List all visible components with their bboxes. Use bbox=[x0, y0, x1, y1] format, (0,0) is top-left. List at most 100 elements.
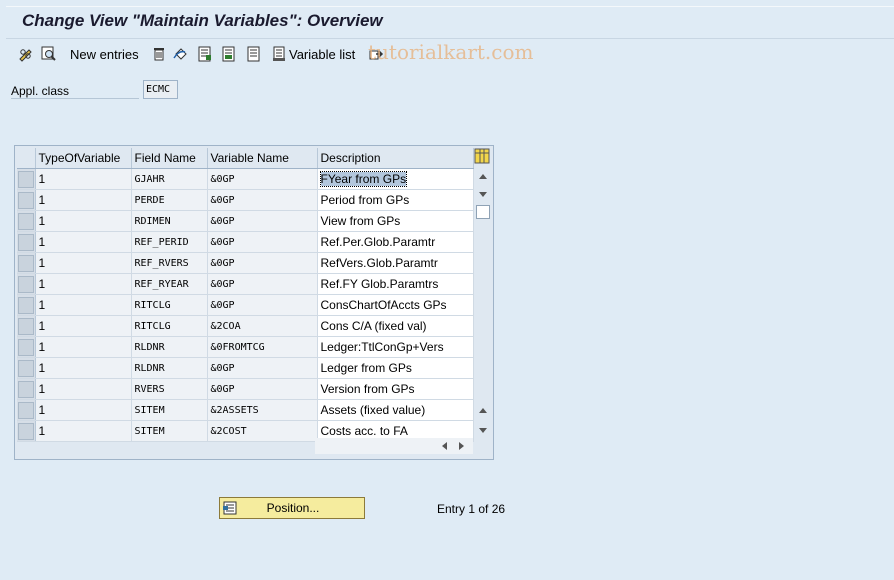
description-cell[interactable]: Version from GPs bbox=[317, 378, 474, 400]
field-name-cell[interactable]: RVERS bbox=[131, 378, 208, 400]
field-name-cell[interactable]: RLDNR bbox=[131, 357, 208, 379]
variable-name-cell[interactable]: &0GP bbox=[207, 378, 318, 400]
undo-change-button[interactable] bbox=[173, 45, 189, 63]
scroll-down-icon[interactable] bbox=[479, 192, 487, 197]
scroll-right-icon[interactable] bbox=[459, 442, 464, 450]
table-row[interactable]: 1 RDIMEN &0GP View from GPs bbox=[17, 210, 474, 232]
select-column-header[interactable] bbox=[17, 148, 36, 169]
row-selector[interactable] bbox=[17, 231, 36, 253]
row-selector-box[interactable] bbox=[17, 401, 34, 419]
type-of-variable-cell[interactable]: 1 bbox=[35, 168, 132, 190]
scroll-page-down-icon[interactable] bbox=[479, 428, 487, 433]
type-of-variable-cell[interactable]: 1 bbox=[35, 336, 132, 358]
row-selector-box[interactable] bbox=[17, 233, 34, 251]
table-row[interactable]: 1 RLDNR &0FROMTCG Ledger:TtlConGp+Vers bbox=[17, 336, 474, 358]
column-settings-button[interactable] bbox=[474, 148, 490, 164]
variable-name-cell[interactable]: &0GP bbox=[207, 231, 318, 253]
row-selector-box[interactable] bbox=[17, 254, 34, 272]
type-of-variable-cell[interactable]: 1 bbox=[35, 273, 132, 295]
description-cell[interactable]: FYear from GPs bbox=[317, 168, 474, 190]
table-row[interactable]: 1 SITEM &2ASSETS Assets (fixed value) bbox=[17, 399, 474, 421]
row-selector-box[interactable] bbox=[17, 338, 34, 356]
type-of-variable-cell[interactable]: 1 bbox=[35, 252, 132, 274]
row-selector-box[interactable] bbox=[17, 275, 34, 293]
field-name-cell[interactable]: PERDE bbox=[131, 189, 208, 211]
find-button[interactable] bbox=[41, 45, 57, 63]
description-cell[interactable]: View from GPs bbox=[317, 210, 474, 232]
type-of-variable-cell[interactable]: 1 bbox=[35, 231, 132, 253]
type-of-variable-cell[interactable]: 1 bbox=[35, 399, 132, 421]
description-cell[interactable]: Ref.FY Glob.Paramtrs bbox=[317, 273, 474, 295]
select-all-button[interactable] bbox=[197, 45, 213, 63]
new-entries-button[interactable]: New entries bbox=[70, 45, 139, 63]
row-selector-box[interactable] bbox=[17, 212, 34, 230]
column-header-variable-name[interactable]: Variable Name bbox=[207, 148, 318, 169]
row-selector[interactable] bbox=[17, 210, 36, 232]
display-change-button[interactable] bbox=[18, 45, 34, 63]
description-cell[interactable]: RefVers.Glob.Paramtr bbox=[317, 252, 474, 274]
description-cell[interactable]: Period from GPs bbox=[317, 189, 474, 211]
field-name-cell[interactable]: GJAHR bbox=[131, 168, 208, 190]
row-selector-box[interactable] bbox=[17, 317, 34, 335]
field-name-cell[interactable]: REF_RYEAR bbox=[131, 273, 208, 295]
row-selector[interactable] bbox=[17, 273, 36, 295]
table-row[interactable]: 1 PERDE &0GP Period from GPs bbox=[17, 189, 474, 211]
type-of-variable-cell[interactable]: 1 bbox=[35, 294, 132, 316]
row-selector[interactable] bbox=[17, 315, 36, 337]
row-selector-box[interactable] bbox=[17, 191, 34, 209]
deselect-all-button[interactable] bbox=[246, 45, 262, 63]
field-name-cell[interactable]: RITCLG bbox=[131, 294, 208, 316]
variable-name-cell[interactable]: &0GP bbox=[207, 357, 318, 379]
row-selector[interactable] bbox=[17, 357, 36, 379]
field-name-cell[interactable]: SITEM bbox=[131, 399, 208, 421]
scroll-thumb[interactable] bbox=[476, 205, 490, 219]
scroll-left-icon[interactable] bbox=[442, 442, 447, 450]
table-row[interactable]: 1 RITCLG &2COA Cons C/A (fixed val) bbox=[17, 315, 474, 337]
table-row[interactable]: 1 REF_RYEAR &0GP Ref.FY Glob.Paramtrs bbox=[17, 273, 474, 295]
table-row[interactable]: 1 REF_RVERS &0GP RefVers.Glob.Paramtr bbox=[17, 252, 474, 274]
scroll-up-icon[interactable] bbox=[479, 174, 487, 179]
row-selector[interactable] bbox=[17, 252, 36, 274]
description-cell[interactable]: Ledger:TtlConGp+Vers bbox=[317, 336, 474, 358]
description-cell[interactable]: Cons C/A (fixed val) bbox=[317, 315, 474, 337]
select-block-button[interactable] bbox=[221, 45, 237, 63]
row-selector[interactable] bbox=[17, 336, 36, 358]
row-selector-box[interactable] bbox=[17, 380, 34, 398]
row-selector-box[interactable] bbox=[17, 170, 34, 188]
description-cell[interactable]: ConsChartOfAccts GPs bbox=[317, 294, 474, 316]
position-button[interactable]: Position... bbox=[219, 497, 365, 519]
type-of-variable-cell[interactable]: 1 bbox=[35, 378, 132, 400]
variable-name-cell[interactable]: &0GP bbox=[207, 294, 318, 316]
field-name-cell[interactable]: RLDNR bbox=[131, 336, 208, 358]
row-selector[interactable] bbox=[17, 189, 36, 211]
row-selector[interactable] bbox=[17, 294, 36, 316]
delete-button[interactable] bbox=[151, 45, 167, 63]
field-name-cell[interactable]: RITCLG bbox=[131, 315, 208, 337]
row-selector[interactable] bbox=[17, 378, 36, 400]
type-of-variable-cell[interactable]: 1 bbox=[35, 357, 132, 379]
variable-name-cell[interactable]: &2COST bbox=[207, 420, 318, 442]
row-selector-box[interactable] bbox=[17, 359, 34, 377]
horizontal-scrollbar[interactable] bbox=[315, 438, 473, 454]
variable-name-cell[interactable]: &0GP bbox=[207, 273, 318, 295]
column-header-typeofvariable[interactable]: TypeOfVariable bbox=[35, 148, 132, 169]
field-name-cell[interactable]: SITEM bbox=[131, 420, 208, 442]
field-name-cell[interactable]: REF_PERID bbox=[131, 231, 208, 253]
variable-name-cell[interactable]: &0GP bbox=[207, 252, 318, 274]
variable-name-cell[interactable]: &2COA bbox=[207, 315, 318, 337]
variable-list-button[interactable]: Variable list bbox=[271, 45, 355, 63]
column-header-field-name[interactable]: Field Name bbox=[131, 148, 208, 169]
row-selector[interactable] bbox=[17, 399, 36, 421]
variable-name-cell[interactable]: &2ASSETS bbox=[207, 399, 318, 421]
row-selector[interactable] bbox=[17, 420, 36, 442]
type-of-variable-cell[interactable]: 1 bbox=[35, 315, 132, 337]
row-selector[interactable] bbox=[17, 168, 36, 190]
variable-name-cell[interactable]: &0FROMTCG bbox=[207, 336, 318, 358]
vertical-scrollbar[interactable] bbox=[474, 168, 491, 436]
description-cell[interactable]: Assets (fixed value) bbox=[317, 399, 474, 421]
table-row[interactable]: 1 RITCLG &0GP ConsChartOfAccts GPs bbox=[17, 294, 474, 316]
row-selector-box[interactable] bbox=[17, 296, 34, 314]
type-of-variable-cell[interactable]: 1 bbox=[35, 420, 132, 442]
type-of-variable-cell[interactable]: 1 bbox=[35, 210, 132, 232]
scroll-page-up-icon[interactable] bbox=[479, 408, 487, 413]
